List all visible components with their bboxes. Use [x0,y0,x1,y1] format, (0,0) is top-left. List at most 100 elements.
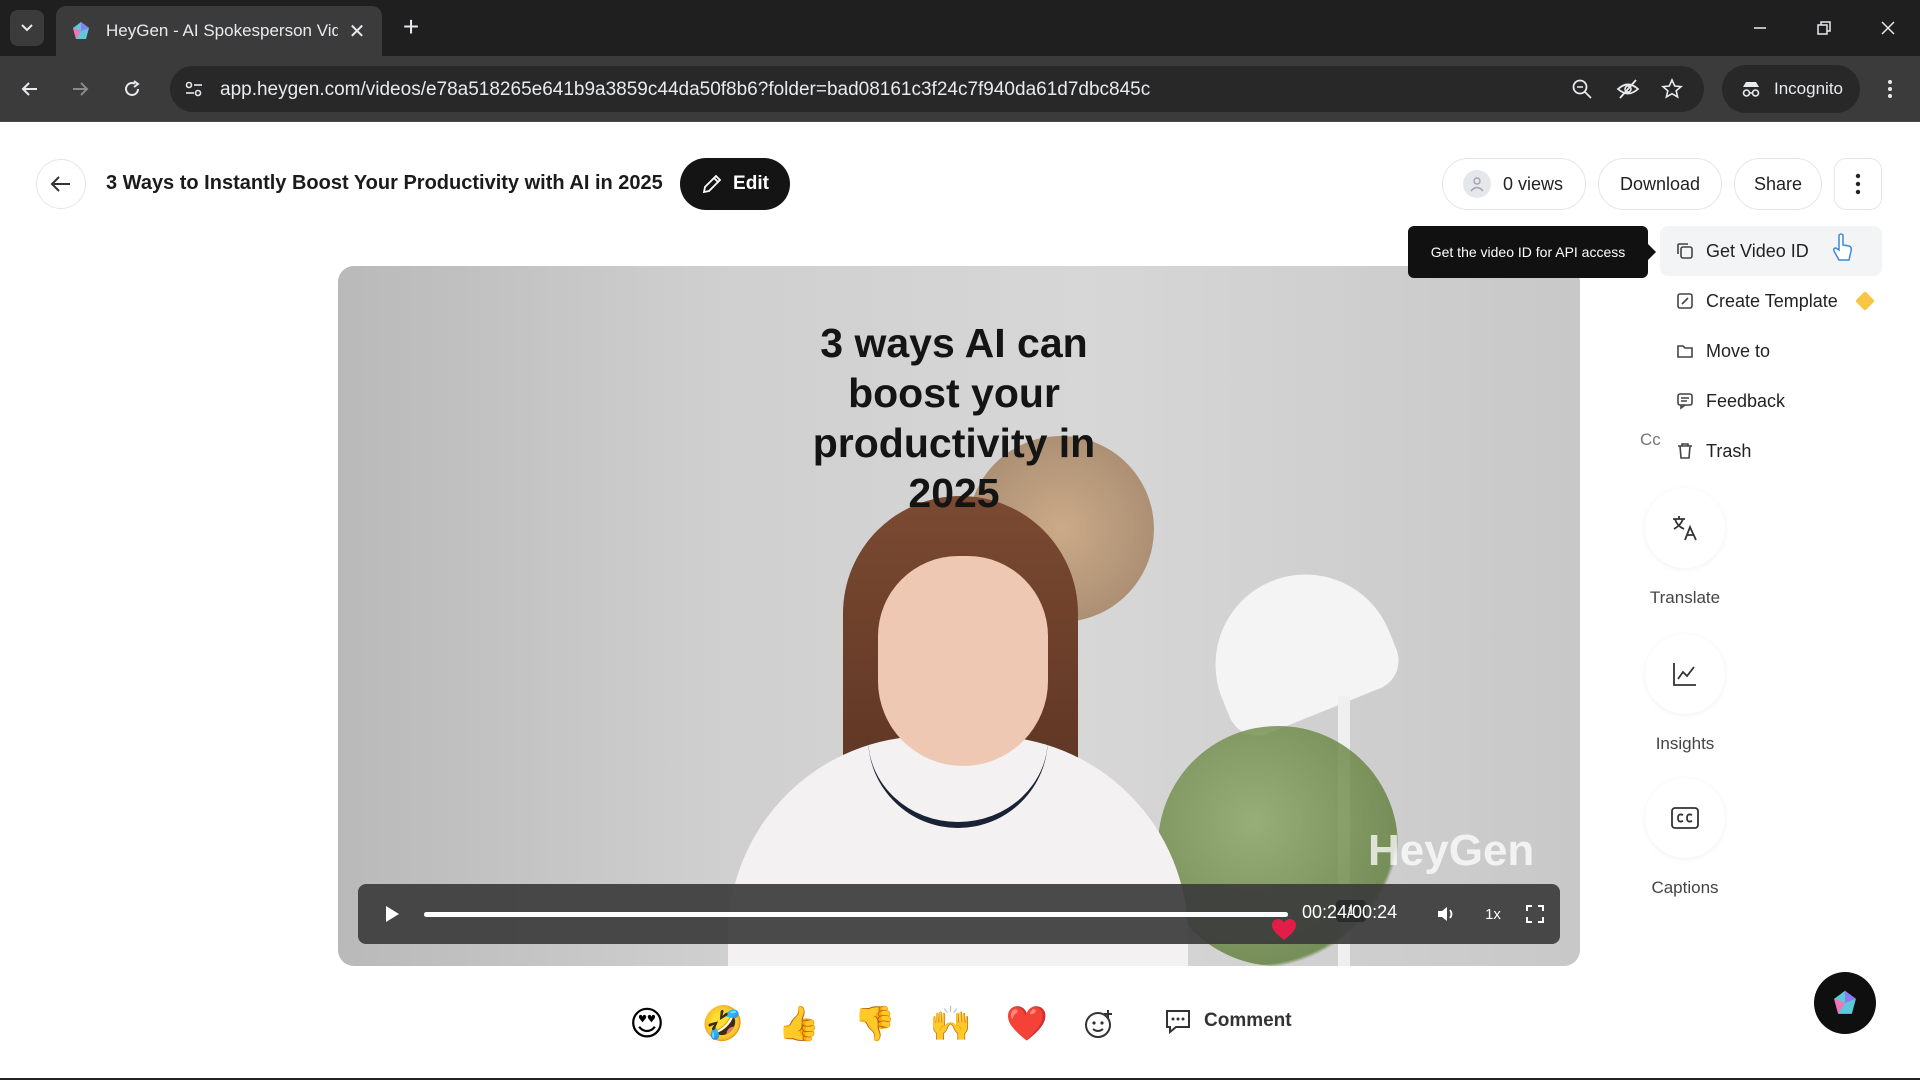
restore-icon [1817,21,1831,35]
play-icon [386,906,399,922]
tracking-protection-icon[interactable] [1616,77,1640,101]
reload-button[interactable] [116,73,148,105]
caption-line: 3 ways AI can [820,320,1088,366]
comment-icon [1166,1010,1190,1034]
reaction-thumbs-up[interactable]: 👍 [778,1003,820,1045]
tooltip: Get the video ID for API access [1408,226,1656,278]
browser-tab-bar: HeyGen - AI Spokesperson Vid ✕ + [0,0,1920,56]
volume-button[interactable] [1432,899,1462,929]
arrow-right-icon [73,82,89,96]
menu-item-create-template[interactable]: Create Template [1660,276,1882,326]
play-button[interactable] [376,898,408,930]
fullscreen-button[interactable] [1520,899,1550,929]
feedback-icon [1677,393,1693,410]
close-window-button[interactable] [1870,12,1906,44]
heart-reaction-marker-icon[interactable] [1270,918,1298,942]
assistant-fab-button[interactable] [1814,972,1876,1034]
views-counter[interactable]: 0 views [1442,158,1586,210]
reaction-raised-hands[interactable]: 🙌 [930,1003,972,1045]
captions-tool[interactable]: Captions [1630,778,1740,898]
pencil-icon [702,174,722,194]
translate-button[interactable] [1645,488,1725,568]
seek-bar[interactable]: 1 [424,900,1366,940]
captions-label: Captions [1651,878,1719,897]
arrow-left-icon [21,82,37,96]
site-info-icon[interactable] [182,77,206,101]
hand-cursor-icon [1833,233,1852,261]
copy-icon [1677,243,1693,259]
edit-label: Edit [733,173,769,194]
menu-item-label: Trash [1706,440,1752,461]
browser-menu-button[interactable] [1876,73,1904,105]
menu-item-label: Get Video ID [1706,240,1809,261]
browser-toolbar: app.heygen.com/videos/e78a518265e641b9a3… [0,56,1920,122]
heygen-logo-icon [1834,990,1856,1014]
kebab-menu-icon [1855,173,1861,195]
reload-icon [125,80,140,96]
browser-tab[interactable]: HeyGen - AI Spokesperson Vid ✕ [56,6,382,56]
video-caption: 3 ways AI can boost your productivity in… [338,318,1570,518]
caption-line: productivity in [812,420,1096,466]
back-button[interactable] [36,159,86,209]
menu-item-move-to[interactable]: Move to [1660,326,1882,376]
back-nav-button[interactable] [14,73,46,105]
menu-item-label: Create Template [1706,290,1838,311]
page-title: 3 Ways to Instantly Boost Your Productiv… [106,172,663,194]
time-display: 00:24/00:24 [1302,902,1398,922]
arrow-left-icon [50,176,70,192]
add-reaction-button[interactable] [1078,1003,1120,1045]
fullscreen-icon [1526,905,1544,923]
reaction-heart[interactable]: ❤️ [1006,1003,1048,1045]
reaction-laughing[interactable]: 🤣 [702,1003,744,1045]
translate-icon [1673,516,1697,541]
url-text: app.heygen.com/videos/e78a518265e641b9a3… [220,79,1151,100]
more-options-button[interactable] [1834,158,1882,210]
minimize-window-button[interactable] [1742,12,1778,44]
insights-tool[interactable]: Insights [1630,634,1740,754]
reaction-heart-eyes[interactable]: 😍 [626,1003,668,1045]
menu-item-trash[interactable]: Trash [1660,426,1882,476]
share-button[interactable]: Share [1734,158,1822,210]
menu-item-label: Feedback [1706,390,1786,411]
translate-tool[interactable]: Translate [1630,488,1740,608]
captions-icon [1671,807,1699,829]
heygen-favicon-icon [73,22,89,39]
caption-line: boost your [848,370,1060,416]
video-player[interactable]: HeyGen 3 ways AI can boost your producti… [338,266,1580,966]
comment-label: Comment [1204,1010,1292,1031]
restore-window-button[interactable] [1806,12,1842,44]
incognito-indicator[interactable]: Incognito [1722,65,1860,113]
clipped-sidebar-text: Cc [1640,430,1661,449]
incognito-icon [1742,82,1760,97]
menu-item-feedback[interactable]: Feedback [1660,376,1882,426]
background-lamp [1188,547,1408,745]
trash-icon [1678,443,1692,459]
reaction-thumbs-down[interactable]: 👎 [854,1003,896,1045]
comment-button[interactable]: Comment [1164,1008,1292,1034]
caption-line: 2025 [908,470,1000,516]
menu-item-label: Move to [1706,340,1771,361]
volume-icon [1438,907,1453,921]
edit-button[interactable]: Edit [680,158,790,210]
tab-close-icon[interactable]: ✕ [346,19,368,44]
insights-label: Insights [1655,734,1715,753]
video-controls: 1 00:24/00:24 1x [358,884,1560,944]
close-icon [1881,21,1895,35]
captions-button[interactable] [1645,778,1725,858]
zoom-icon[interactable] [1570,77,1594,101]
playback-speed-button[interactable]: 1x [1478,899,1508,929]
bookmark-star-icon[interactable] [1660,77,1684,101]
avatar [1463,170,1491,198]
address-bar[interactable]: app.heygen.com/videos/e78a518265e641b9a3… [170,66,1704,112]
new-tab-button[interactable]: + [396,12,426,42]
seek-progress [424,912,1288,917]
tab-search-button[interactable] [10,10,44,46]
translate-label: Translate [1649,588,1721,607]
user-icon [1470,177,1484,192]
presenter-face [878,556,1048,766]
forward-nav-button[interactable] [64,73,96,105]
insights-button[interactable] [1645,634,1725,714]
download-button[interactable]: Download [1598,158,1722,210]
chevron-down-icon [21,24,33,32]
template-icon [1677,293,1693,309]
